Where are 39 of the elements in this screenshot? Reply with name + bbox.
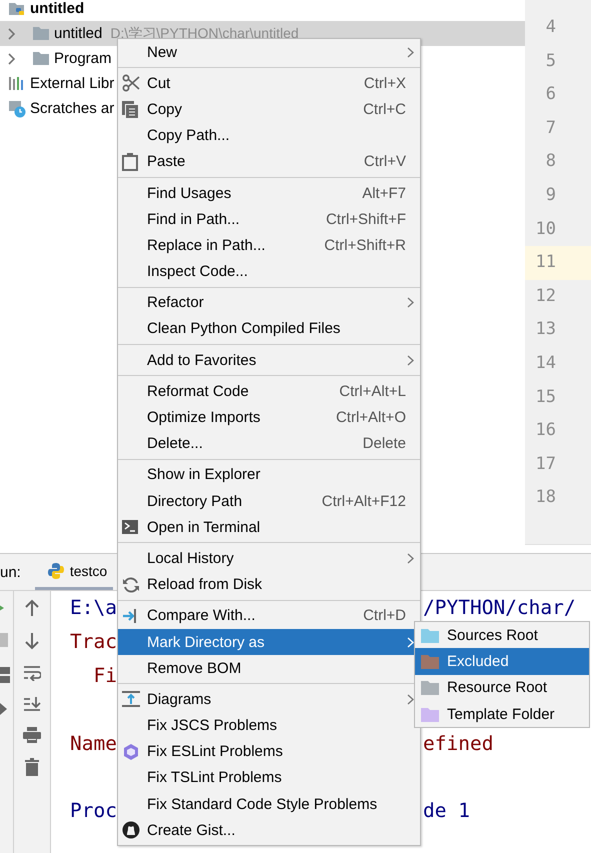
console-text: Name <box>70 732 117 755</box>
shortcut-label: Ctrl+Alt+F12 <box>322 492 406 510</box>
tree-item-label: Scratches ar <box>30 100 114 117</box>
console-text: efined <box>423 732 494 755</box>
shortcut-label: Ctrl+C <box>363 100 406 118</box>
line-number: 14 <box>534 352 557 375</box>
line-number: 9 <box>544 184 557 207</box>
line-number: 11 <box>525 246 591 280</box>
run-label: un: <box>0 564 21 580</box>
line-number: 6 <box>544 83 557 106</box>
tree-item-label: External Libr <box>30 75 114 92</box>
console-text: Fi <box>92 664 117 687</box>
shortcut-label: Delete <box>362 435 406 452</box>
line-number: 5 <box>544 50 557 73</box>
shortcut-label: Ctrl+Shift+F <box>326 210 406 228</box>
line-number: 8 <box>544 150 557 174</box>
line-number: 4 <box>544 16 557 39</box>
shortcut-label: Ctrl+X <box>364 74 406 92</box>
console-text: E:\a <box>70 596 117 620</box>
shortcut-label: Ctrl+Alt+L <box>339 382 406 400</box>
line-number: 7 <box>544 116 557 140</box>
shortcut-label: Ctrl+D <box>363 607 406 624</box>
shortcut-label: Ctrl+V <box>364 153 406 170</box>
line-number: 15 <box>534 386 557 409</box>
line-number: 10 <box>534 218 557 241</box>
shortcut-label: Ctrl+Shift+R <box>324 236 406 254</box>
tree-item-label: Program <box>54 50 112 67</box>
line-number: 16 <box>534 419 557 442</box>
tree-item-label: untitled <box>54 25 102 42</box>
console-text: de 1 <box>423 799 471 822</box>
shortcut-label: Alt+F7 <box>362 184 406 202</box>
line-number: 13 <box>534 318 557 342</box>
shortcut-label: Ctrl+Alt+O <box>336 409 406 426</box>
console-text: /PYTHON/char/ <box>423 596 577 620</box>
line-number: 18 <box>534 486 557 510</box>
line-number: 12 <box>534 284 557 308</box>
console-text: Trac <box>70 630 117 654</box>
console-text: Proc <box>70 799 117 822</box>
line-number: 17 <box>534 452 557 476</box>
